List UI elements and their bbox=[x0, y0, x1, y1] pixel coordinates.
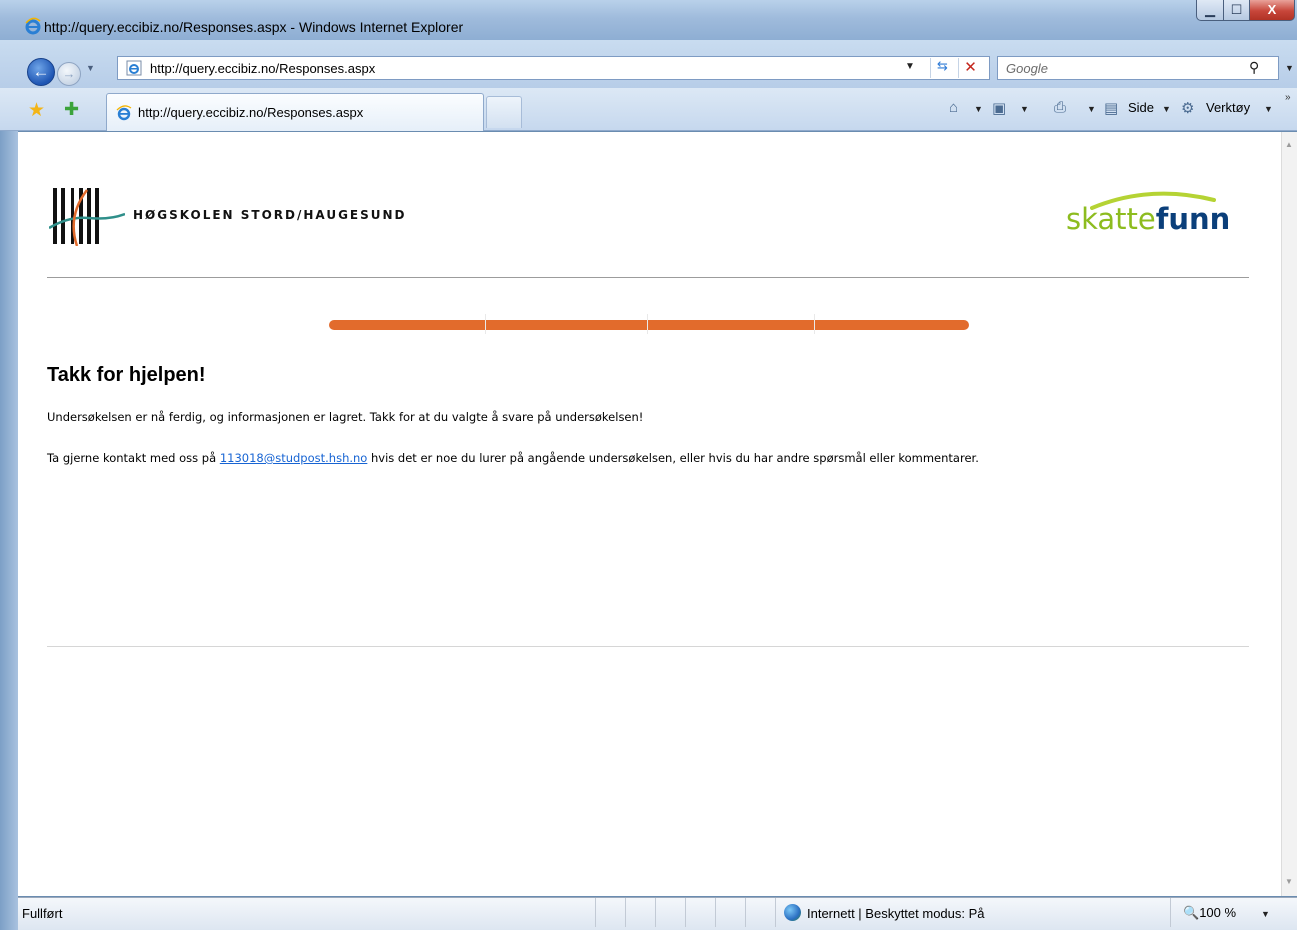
progress-step-divider bbox=[647, 314, 648, 334]
ie-logo-icon bbox=[25, 17, 41, 35]
security-zone[interactable]: Internett | Beskyttet modus: På bbox=[807, 906, 985, 921]
back-arrow-icon: ← bbox=[32, 62, 50, 81]
contact-message: Ta gjerne kontakt med oss på 113018@stud… bbox=[47, 451, 979, 465]
footer-divider bbox=[47, 646, 1249, 647]
side-dropdown-icon[interactable]: ▼ bbox=[1162, 104, 1171, 114]
search-options-dropdown-icon[interactable]: ▼ bbox=[1285, 63, 1294, 73]
favorites-star-icon[interactable]: ★ bbox=[28, 99, 45, 122]
page-title: Takk for hjelpen! bbox=[47, 364, 206, 386]
stop-icon[interactable]: ✕ bbox=[958, 58, 982, 78]
status-divider bbox=[715, 898, 716, 927]
more-commands-icon[interactable]: » bbox=[1285, 92, 1291, 103]
search-icon[interactable]: ⚲ bbox=[1249, 59, 1259, 76]
address-url[interactable]: http://query.eccibiz.no/Responses.aspx bbox=[150, 61, 375, 76]
internet-zone-globe-icon bbox=[784, 904, 801, 921]
status-divider bbox=[655, 898, 656, 927]
status-divider bbox=[1170, 898, 1171, 927]
zoom-dropdown-icon[interactable]: ▼ bbox=[1261, 909, 1270, 919]
home-icon[interactable]: ⌂ bbox=[949, 99, 958, 116]
forward-button[interactable]: → bbox=[57, 62, 81, 86]
window-title: http://query.eccibiz.no/Responses.aspx -… bbox=[44, 19, 464, 35]
feeds-icon[interactable]: ▣ bbox=[992, 99, 1006, 117]
school-name: HØGSKOLEN STORD/HAUGESUND bbox=[133, 208, 407, 222]
address-bar[interactable]: http://query.eccibiz.no/Responses.aspx ▼… bbox=[117, 56, 990, 80]
address-dropdown-icon[interactable]: ▼ bbox=[905, 61, 915, 72]
close-icon: X bbox=[1267, 2, 1277, 17]
contact-text-after: hvis det er noe du lurer på angående und… bbox=[367, 451, 979, 465]
tab-label: http://query.eccibiz.no/Responses.aspx bbox=[138, 105, 364, 120]
status-text: Fullført bbox=[22, 906, 63, 921]
status-bar bbox=[18, 897, 1297, 930]
search-box[interactable]: Google ⚲ bbox=[997, 56, 1279, 80]
print-icon[interactable]: ⎙ bbox=[1054, 99, 1066, 116]
header-divider bbox=[47, 277, 1249, 278]
tab-page-icon bbox=[116, 105, 132, 121]
contact-email-link[interactable]: 113018@studpost.hsh.no bbox=[220, 451, 368, 465]
hsh-logo bbox=[49, 188, 125, 246]
minimize-button[interactable]: ▁ bbox=[1196, 0, 1224, 21]
side-menu[interactable]: Side bbox=[1128, 100, 1154, 115]
contact-text-before: Ta gjerne kontakt med oss på bbox=[47, 451, 220, 465]
scroll-down-icon[interactable]: ▼ bbox=[1285, 877, 1293, 886]
page-icon bbox=[126, 60, 142, 76]
maximize-button[interactable]: ☐ bbox=[1223, 0, 1250, 21]
home-dropdown-icon[interactable]: ▼ bbox=[974, 104, 983, 114]
status-divider bbox=[745, 898, 746, 927]
page-menu-icon[interactable]: ▤ bbox=[1104, 99, 1118, 117]
history-dropdown-icon[interactable]: ▼ bbox=[86, 63, 95, 73]
progress-bar bbox=[329, 314, 969, 334]
add-favorite-icon[interactable]: ✚ bbox=[64, 99, 79, 120]
search-input[interactable]: Google bbox=[1006, 61, 1048, 76]
vertical-scrollbar[interactable]: ▲ ▼ bbox=[1281, 132, 1297, 896]
feeds-dropdown-icon[interactable]: ▼ bbox=[1020, 104, 1029, 114]
tools-dropdown-icon[interactable]: ▼ bbox=[1264, 104, 1273, 114]
progress-step-divider bbox=[485, 314, 486, 334]
skattefunn-logo: skattefunn bbox=[1066, 202, 1231, 236]
progress-step-divider bbox=[814, 314, 815, 334]
new-tab-button[interactable] bbox=[486, 96, 522, 128]
print-dropdown-icon[interactable]: ▼ bbox=[1087, 104, 1096, 114]
page-viewport bbox=[18, 132, 1281, 896]
completion-message: Undersøkelsen er nå ferdig, og informasj… bbox=[47, 410, 644, 424]
window-titlebar: http://query.eccibiz.no/Responses.aspx -… bbox=[0, 0, 1297, 40]
tab-responses[interactable]: http://query.eccibiz.no/Responses.aspx bbox=[106, 93, 484, 131]
refresh-icon[interactable]: ⇆ bbox=[930, 58, 954, 78]
minimize-icon: ▁ bbox=[1205, 2, 1215, 17]
back-button[interactable]: ← bbox=[27, 58, 55, 86]
status-divider bbox=[685, 898, 686, 927]
status-divider bbox=[595, 898, 596, 927]
zoom-level[interactable]: 🔍100 % bbox=[1183, 905, 1236, 921]
forward-arrow-icon: → bbox=[62, 66, 76, 81]
status-divider bbox=[625, 898, 626, 927]
maximize-icon: ☐ bbox=[1230, 2, 1243, 17]
window-frame-left bbox=[0, 131, 18, 930]
scroll-up-icon[interactable]: ▲ bbox=[1285, 140, 1293, 149]
tools-menu[interactable]: Verktøy bbox=[1206, 100, 1250, 115]
close-button[interactable]: X bbox=[1249, 0, 1295, 21]
status-divider bbox=[775, 898, 776, 927]
tools-gear-icon[interactable]: ⚙ bbox=[1181, 99, 1194, 117]
